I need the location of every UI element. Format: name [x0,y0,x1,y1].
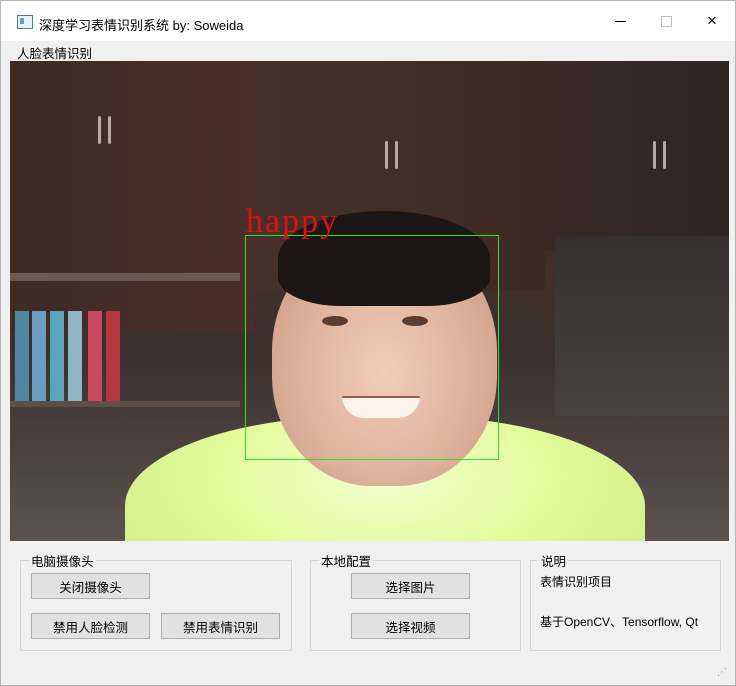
menu-bar: 人脸表情识别 [1,41,735,61]
maximize-icon [660,15,672,27]
info-group: 说明 [530,551,721,651]
disable-face-detection-button[interactable]: 禁用人脸检测 [31,613,150,639]
close-button[interactable]: × [689,1,735,41]
info-project-text: 表情识别项目 [540,575,613,589]
app-icon [17,15,33,29]
close-icon: × [707,11,717,30]
local-config-group-title: 本地配置 [321,555,372,569]
select-video-button[interactable]: 选择视频 [351,613,470,639]
close-camera-button[interactable]: 关闭摄像头 [31,573,150,599]
main-window: 深度学习表情识别系统 by: Soweida × 人脸表情识别 happy 电脑… [0,0,736,686]
resize-grip-icon[interactable]: ⋰ [717,667,729,679]
info-group-title: 说明 [541,555,567,569]
emotion-label: happy [246,203,340,240]
camera-video-view: happy [10,61,729,541]
menu-item-face-expression[interactable]: 人脸表情识别 [17,43,92,62]
title-bar[interactable]: 深度学习表情识别系统 by: Soweida × [1,1,735,41]
select-image-button[interactable]: 选择图片 [351,573,470,599]
maximize-button[interactable] [643,1,689,41]
camera-group-title: 电脑摄像头 [31,555,94,569]
disable-expression-recognition-button[interactable]: 禁用表情识别 [161,613,280,639]
minimize-icon [614,20,626,22]
window-title: 深度学习表情识别系统 by: Soweida [39,18,244,33]
minimize-button[interactable] [597,1,643,41]
video-background [10,61,255,331]
info-tech-text: 基于OpenCV、Tensorflow, Qt [540,615,699,629]
face-detection-box [245,235,499,460]
